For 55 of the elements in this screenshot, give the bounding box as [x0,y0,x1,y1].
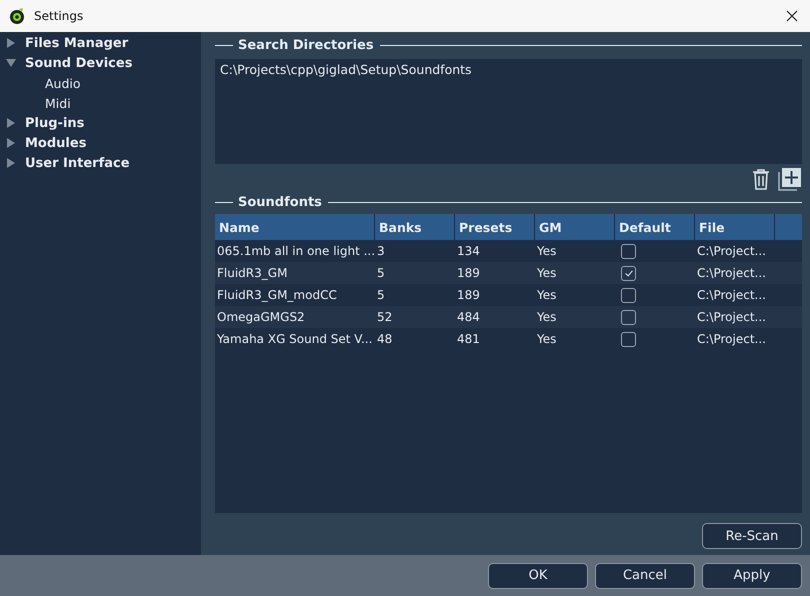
table-cell-text: C:\Project... [696,243,767,260]
table-cell-text: 5 [376,265,386,282]
table-cell-text: 481 [456,331,481,348]
table-cell-text: Yamaha XG Sound Set V... [216,331,374,348]
table-cell-text: 189 [456,265,481,282]
table-cell-text: C:\Project... [696,309,767,326]
directory-list[interactable]: C:\Projects\cpp\giglad\Setup\Soundfonts [215,59,802,164]
dialog-button[interactable]: OK [488,562,588,588]
table-cell-text: C:\Project... [696,287,767,304]
table-cell-text: 3 [376,243,386,260]
table-cell-text: Yes [536,243,558,260]
table-cell-text: 48 [376,331,394,348]
checkbox[interactable] [621,332,636,346]
directory-entry[interactable]: C:\Projects\cpp\giglad\Setup\Soundfonts [220,62,797,77]
table-cell-text: 5 [376,287,386,304]
table-cell-text: Yes [536,265,558,282]
table-cell-text: C:\Project... [696,265,767,282]
sidebar-subitem[interactable]: Audio [45,76,81,90]
table-cell-text: OmegaGMGS2 [216,309,306,326]
checkbox[interactable] [621,244,636,258]
collapse-arrow-icon[interactable] [5,57,17,69]
table-cell-text: FluidR3_GM [216,265,288,282]
checkbox[interactable] [621,310,636,324]
sidebar-item[interactable]: Sound Devices [25,56,132,70]
close-icon[interactable] [786,10,798,22]
rescan-button[interactable]: Re-Scan [702,523,802,549]
trash-icon[interactable] [752,168,770,190]
expand-arrow-icon[interactable] [5,137,17,149]
table-cell-text: 134 [456,243,481,260]
add-icon[interactable] [778,167,802,191]
dialog-button[interactable]: Apply [702,562,802,588]
table-cell-text: 065.1mb all in one light ... [216,243,375,260]
sidebar-item[interactable]: Plug-ins [25,116,84,130]
table-cell-text: 52 [376,309,394,326]
section-title: Soundfonts [238,194,322,210]
dialog-button[interactable]: Cancel [595,562,695,588]
sidebar-item[interactable]: User Interface [25,156,130,170]
checkbox[interactable] [621,288,636,302]
table-cell-text: Yes [536,309,558,326]
expand-arrow-icon[interactable] [5,117,17,129]
sidebar-item[interactable]: Modules [25,136,86,150]
table-cell-text: FluidR3_GM_modCC [216,287,338,304]
table-cell-text: 189 [456,287,481,304]
expand-arrow-icon[interactable] [5,157,17,169]
table-cell-text: C:\Project... [696,331,767,348]
sidebar-item[interactable]: Files Manager [25,36,128,50]
section-title: Search Directories [238,38,374,52]
table-cell-text: 484 [456,309,481,326]
checkbox[interactable] [621,266,636,280]
expand-arrow-icon[interactable] [5,37,17,49]
sidebar-subitem[interactable]: Midi [45,96,71,110]
table-cell-text: Yes [536,331,558,348]
window-title: Settings [34,9,84,23]
app-logo-icon [8,7,26,25]
table-cell-text: Yes [536,287,558,304]
